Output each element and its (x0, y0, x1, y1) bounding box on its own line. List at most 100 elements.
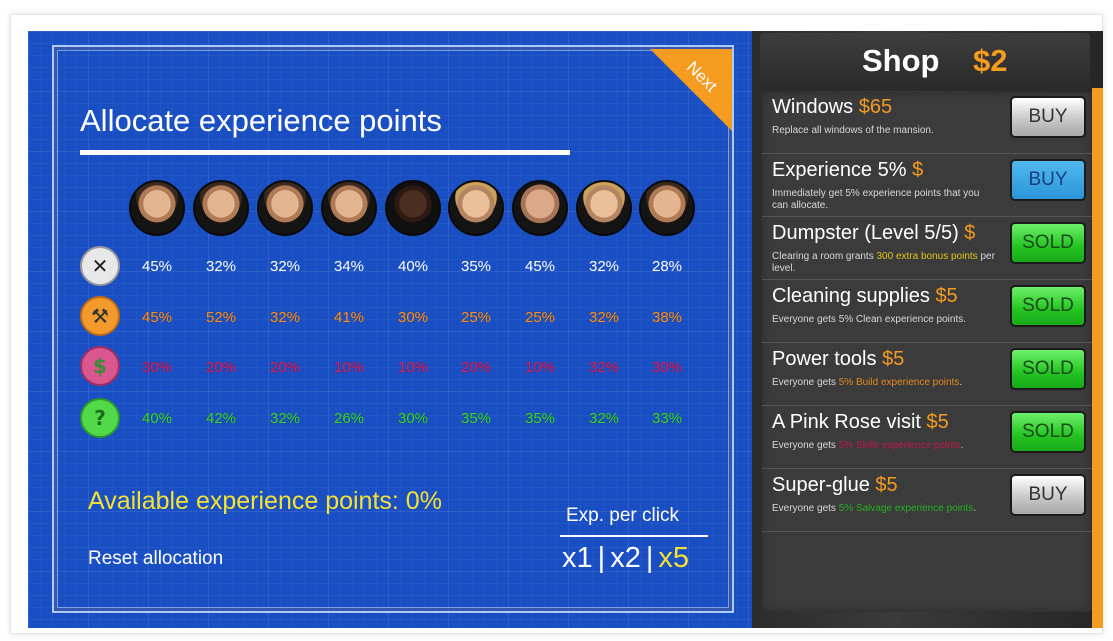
description-segment: Everyone gets (772, 440, 839, 451)
allocation-cell[interactable]: 35% (510, 410, 570, 427)
buy-button[interactable]: BUY (1010, 159, 1086, 201)
shop-item-description: Everyone gets 5% Salvage experience poin… (772, 503, 997, 515)
shop-item-name: Cleaning supplies $5 (772, 285, 958, 308)
multiplier-x5-button[interactable]: x5 (658, 542, 689, 574)
sold-button[interactable]: SOLD (1010, 285, 1086, 327)
separator: | (597, 542, 606, 574)
title-underline (80, 150, 570, 155)
allocation-cell[interactable]: 38% (637, 309, 697, 326)
allocation-cell[interactable]: 45% (127, 258, 187, 275)
description-segment: Clearing a room grants (772, 251, 877, 262)
shop-item-price: $ (912, 159, 924, 181)
sold-button[interactable]: SOLD (1010, 348, 1086, 390)
character-avatar (576, 180, 632, 236)
allocation-cell[interactable]: 30% (383, 309, 443, 326)
shop-item-title: Experience 5% (772, 159, 913, 181)
multiplier-selector: x1 | x2 | x5 (562, 542, 689, 575)
exp-divider (560, 535, 708, 537)
allocation-cell[interactable]: 45% (510, 258, 570, 275)
allocation-cell[interactable]: 30% (637, 359, 697, 376)
shop-item-title: Windows (772, 96, 859, 118)
reset-allocation-button[interactable]: Reset allocation (88, 548, 223, 570)
description-segment: Replace all windows of the mansion. (772, 125, 934, 136)
allocation-cell[interactable]: 45% (127, 309, 187, 326)
next-button[interactable]: Next (650, 49, 732, 131)
character-avatar (385, 180, 441, 236)
description-segment: . (960, 440, 964, 451)
allocation-cell[interactable]: 32% (255, 410, 315, 427)
allocation-cell[interactable]: 35% (446, 410, 506, 427)
sold-button[interactable]: SOLD (1010, 411, 1086, 453)
allocation-cell[interactable]: 20% (446, 359, 506, 376)
allocation-cell[interactable]: 26% (319, 410, 379, 427)
description-segment: Everyone gets (772, 377, 839, 388)
character-avatar (448, 180, 504, 236)
shop-item-name: Power tools $5 (772, 348, 904, 371)
page-title: Allocate experience points (80, 103, 442, 138)
allocation-cell[interactable]: 34% (319, 258, 379, 275)
cleaning-tools-icon: ✕ (80, 246, 120, 286)
shop-item-price: $5 (875, 474, 898, 496)
allocation-cell[interactable]: 25% (510, 309, 570, 326)
description-segment: 5% Salvage experience points (838, 503, 974, 514)
allocation-cell[interactable]: 32% (255, 258, 315, 275)
allocation-cell[interactable]: 28% (637, 258, 697, 275)
allocation-cell[interactable]: 32% (574, 309, 634, 326)
shop-item-price: $5 (935, 285, 958, 307)
allocation-cell[interactable]: 32% (191, 258, 251, 275)
allocation-cell[interactable]: 10% (383, 359, 443, 376)
allocation-cell[interactable]: 40% (127, 410, 187, 427)
allocation-cell[interactable]: 52% (191, 309, 251, 326)
shop-item-price: $5 (926, 411, 949, 433)
shop-item-name: Experience 5% $ (772, 159, 923, 182)
buy-button[interactable]: BUY (1010, 474, 1086, 516)
description-segment: Everyone gets (772, 503, 839, 514)
shop-item-name: Super-glue $5 (772, 474, 898, 497)
shop-item: Power tools $5 Everyone gets 5% Build exp… (762, 344, 1092, 406)
shop-item-name: A Pink Rose visit $5 (772, 411, 949, 434)
allocation-cell[interactable]: 35% (446, 258, 506, 275)
description-segment: 300 extra bonus points (876, 251, 978, 262)
allocation-cell[interactable]: 32% (574, 258, 634, 275)
description-segment: 5% Skills experience points (838, 440, 961, 451)
description-segment: Everyone gets 5% Clean experience points… (772, 314, 967, 325)
multiplier-x1-button[interactable]: x1 (562, 542, 593, 574)
shop-item-title: Power tools (772, 348, 883, 370)
allocation-cell[interactable]: 40% (383, 258, 443, 275)
multiplier-x2-button[interactable]: x2 (610, 542, 641, 574)
shop-item-title: Super-glue (772, 474, 876, 496)
character-avatar (193, 180, 249, 236)
allocation-cell[interactable]: 33% (637, 410, 697, 427)
allocation-cell[interactable]: 10% (319, 359, 379, 376)
allocation-cell[interactable]: 25% (446, 309, 506, 326)
allocation-cell[interactable]: 10% (510, 359, 570, 376)
buy-button[interactable]: BUY (1010, 96, 1086, 138)
shop-item: Windows $65 Replace all windows of the ma… (762, 92, 1092, 154)
allocation-cell[interactable]: 32% (255, 309, 315, 326)
shop-item-title: Cleaning supplies (772, 285, 936, 307)
shop-money: $2 (973, 43, 1008, 78)
character-avatar (257, 180, 313, 236)
allocation-cell[interactable]: 30% (383, 410, 443, 427)
shop-item-price: $ (964, 222, 976, 244)
shop-item-description: Everyone gets 5% Skills experience point… (772, 440, 997, 452)
shop-item: Cleaning supplies $5 Everyone gets 5% Cle… (762, 281, 1092, 343)
shop-item-price: $5 (882, 348, 905, 370)
allocation-cell[interactable]: 41% (319, 309, 379, 326)
allocation-cell[interactable]: 30% (127, 359, 187, 376)
character-avatar (129, 180, 185, 236)
shop-item: A Pink Rose visit $5 Everyone gets 5% Ski… (762, 407, 1092, 469)
character-avatar (639, 180, 695, 236)
shop-item-description: Replace all windows of the mansion. (772, 125, 997, 137)
shop-item-description: Immediately get 5% experience points tha… (772, 188, 997, 212)
allocation-cell[interactable]: 32% (574, 410, 634, 427)
allocation-cell[interactable]: 42% (191, 410, 251, 427)
allocation-cell[interactable]: 32% (574, 359, 634, 376)
shop-item-title: Dumpster (Level 5/5) (772, 222, 965, 244)
sold-button[interactable]: SOLD (1010, 222, 1086, 264)
shop-item-description: Everyone gets 5% Build experience points… (772, 377, 997, 389)
allocation-cell[interactable]: 20% (191, 359, 251, 376)
allocation-cell[interactable]: 20% (255, 359, 315, 376)
shop-item-name: Dumpster (Level 5/5) $ (772, 222, 975, 245)
shop-accent-bar (1092, 88, 1103, 628)
